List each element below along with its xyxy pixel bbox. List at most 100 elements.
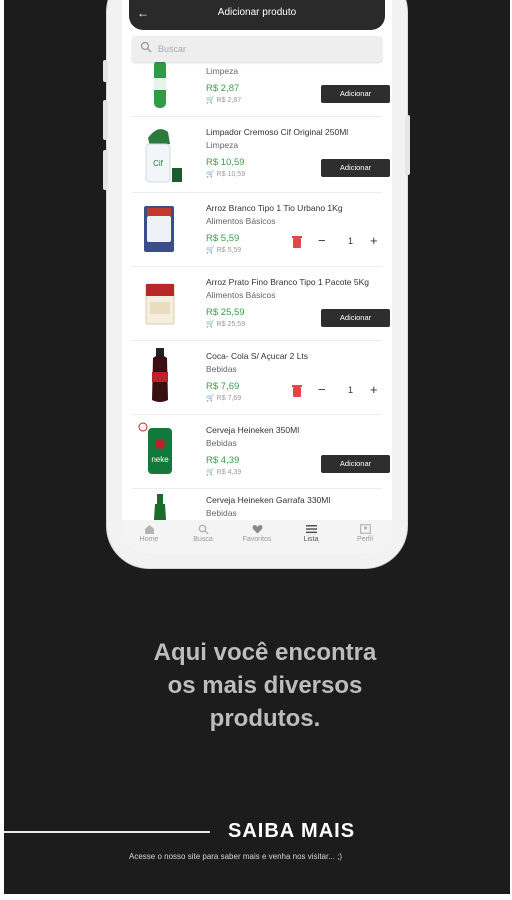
tab-home[interactable]: Home	[122, 524, 176, 543]
svg-text:Cif: Cif	[153, 159, 164, 168]
list-icon	[305, 525, 317, 534]
product-category: Alimentos Básicos	[206, 216, 276, 226]
search-icon	[140, 41, 152, 53]
add-button[interactable]: Adicionar	[321, 159, 390, 177]
divider	[132, 414, 382, 415]
divider	[132, 192, 382, 193]
list-item[interactable]: Arroz Branco Tipo 1 Tio Urbano 1Kg Alime…	[132, 196, 382, 266]
add-button[interactable]: Adicionar	[321, 455, 390, 473]
product-old-price: 🛒 R$ 2,87	[206, 97, 242, 104]
app-screen: Limpeza R$ 2,87 🛒 R$ 2,87 Adicionar Cif …	[122, 0, 392, 553]
home-icon	[144, 525, 154, 534]
product-price: R$ 5,59	[206, 233, 240, 244]
product-category: Bebidas	[206, 364, 237, 374]
product-old-price-value: R$ 2,87	[216, 97, 242, 104]
tab-perfil[interactable]: Perfil	[338, 524, 392, 543]
search-input[interactable]	[158, 39, 368, 59]
product-name: Arroz Branco Tipo 1 Tio Urbano 1Kg	[206, 203, 343, 213]
list-item[interactable]: Limpeza R$ 2,87 🛒 R$ 2,87 Adicionar	[132, 58, 390, 116]
product-image	[154, 60, 166, 108]
cta-subtitle: Acesse o nosso site para saber mais e ve…	[129, 852, 342, 861]
quantity-value: 1	[348, 385, 354, 395]
add-button[interactable]: Adicionar	[321, 85, 390, 103]
product-name: Arroz Prato Fino Branco Tipo 1 Pacote 5K…	[206, 277, 370, 287]
divider	[132, 340, 382, 341]
product-category: Bebidas	[206, 438, 237, 448]
product-price: R$ 25,59	[206, 307, 245, 318]
divider	[132, 116, 382, 117]
product-name: Cerveja Heineken 350Ml	[206, 425, 300, 435]
decrease-button[interactable]: −	[318, 382, 326, 397]
product-category: Limpeza	[206, 66, 239, 76]
list-item[interactable]: Cerveja Heineken Garrafa 330Ml Bebidas	[132, 492, 382, 520]
quantity-value: 1	[348, 236, 354, 246]
product-price: R$ 10,59	[206, 157, 245, 168]
search-icon	[198, 524, 208, 534]
product-old-price: 🛒 R$ 7,69	[206, 395, 242, 402]
svg-text:neke: neke	[151, 455, 169, 464]
phone-side-button	[103, 60, 108, 82]
product-name: Coca- Cola S/ Açucar 2 Lts	[206, 351, 309, 361]
product-old-price-value: R$ 4,39	[216, 469, 242, 476]
tab-label: Favoritos	[242, 536, 272, 543]
product-price: R$ 2,87	[206, 83, 240, 94]
trash-icon[interactable]	[292, 385, 302, 397]
product-name: Limpador Cremoso Cif Original 250Ml	[206, 127, 349, 137]
product-image: neke	[138, 422, 172, 474]
tab-label: Perfil	[357, 536, 373, 543]
headline-line: produtos.	[209, 705, 321, 732]
product-image: Cif	[145, 129, 182, 183]
quantity-stepper: − 1 +	[292, 382, 392, 400]
phone-side-button	[103, 100, 108, 140]
marketing-headline: Aqui você encontra os mais diversos prod…	[120, 636, 410, 735]
trash-icon[interactable]	[292, 236, 302, 248]
product-old-price-value: R$ 10,59	[216, 171, 246, 178]
product-image	[153, 494, 167, 520]
divider	[132, 266, 382, 267]
phone-power-button	[405, 115, 410, 175]
list-item[interactable]: Coca- Cola S/ Açucar 2 Lts Bebidas R$ 7,…	[132, 344, 382, 414]
search-bar	[132, 36, 382, 62]
product-category: Limpeza	[206, 140, 239, 150]
tab-label: Home	[139, 536, 159, 543]
heart-icon	[252, 525, 262, 534]
add-button[interactable]: Adicionar	[321, 309, 390, 327]
tab-busca[interactable]: Busca	[176, 524, 230, 543]
product-old-price: 🛒 R$ 5,59	[206, 247, 242, 254]
product-name: Cerveja Heineken Garrafa 330Ml	[206, 495, 331, 505]
product-old-price-value: R$ 25,59	[216, 321, 246, 328]
tab-label: Busca	[193, 536, 213, 543]
product-image	[144, 206, 174, 252]
product-price: R$ 4,39	[206, 455, 240, 466]
product-image	[152, 348, 168, 402]
product-category: Bebidas	[206, 508, 237, 518]
quantity-stepper: − 1 +	[292, 233, 392, 251]
profile-icon	[359, 524, 371, 534]
tab-label: Lista	[303, 536, 319, 543]
increase-button[interactable]: +	[370, 382, 378, 397]
list-item[interactable]: Cif Limpador Cremoso Cif Original 250Ml …	[132, 120, 390, 190]
list-item[interactable]: neke Cerveja Heineken 350Ml Bebidas R$ 4…	[132, 418, 390, 488]
product-price: R$ 7,69	[206, 381, 240, 392]
saiba-mais-link[interactable]: SAIBA MAIS	[228, 820, 355, 843]
tab-lista[interactable]: Lista	[284, 524, 338, 543]
product-old-price: 🛒 R$ 4,39	[206, 469, 242, 476]
divider	[132, 488, 382, 489]
product-old-price: 🛒 R$ 25,59	[206, 321, 246, 328]
divider-line	[4, 831, 210, 833]
product-old-price-value: R$ 7,69	[216, 395, 242, 402]
app-header: ← Adicionar produto	[129, 0, 385, 30]
product-old-price: 🛒 R$ 10,59	[206, 171, 246, 178]
phone-side-button	[103, 150, 108, 190]
product-old-price-value: R$ 5,59	[216, 247, 242, 254]
product-image	[145, 283, 175, 325]
list-item[interactable]: Arroz Prato Fino Branco Tipo 1 Pacote 5K…	[132, 270, 390, 340]
headline-line: os mais diversos	[167, 672, 363, 699]
headline-line: Aqui você encontra	[153, 639, 377, 666]
tab-favoritos[interactable]: Favoritos	[230, 524, 284, 543]
bottom-nav: Home Busca Favoritos Lista Perfil	[122, 520, 392, 553]
decrease-button[interactable]: −	[318, 233, 326, 248]
product-category: Alimentos Básicos	[206, 290, 276, 300]
increase-button[interactable]: +	[370, 233, 378, 248]
page-title: Adicionar produto	[217, 7, 297, 18]
